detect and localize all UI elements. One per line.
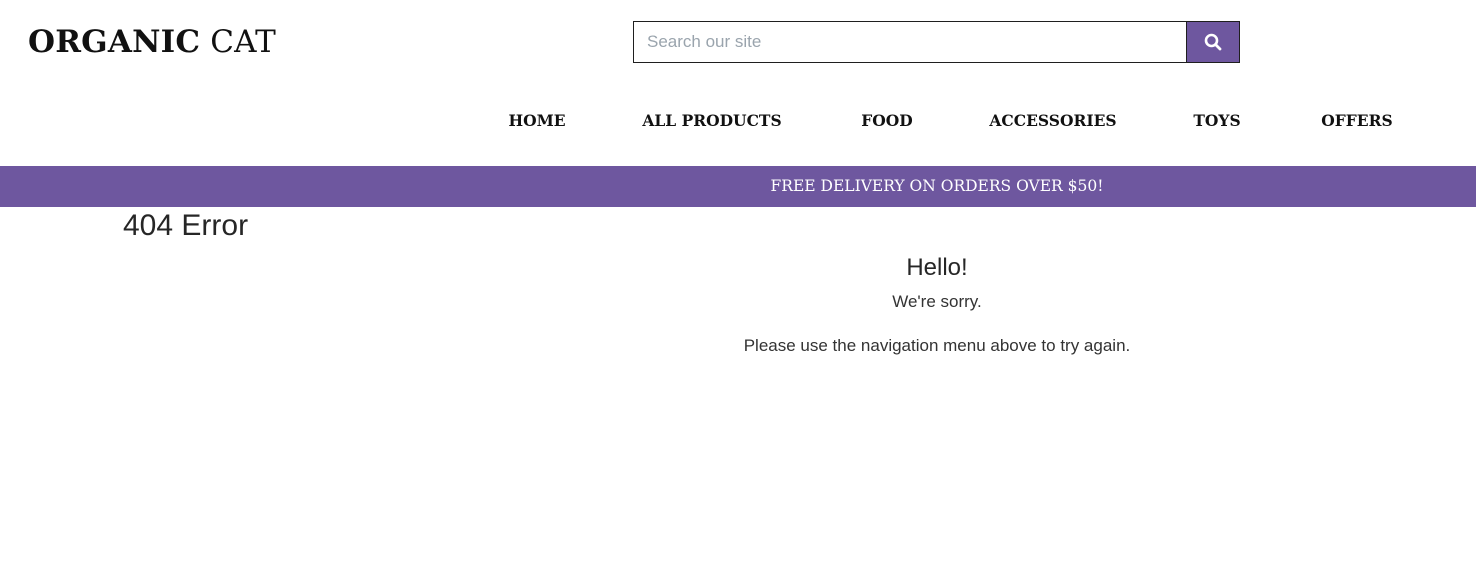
promo-text: FREE DELIVERY ON ORDERS OVER $50! bbox=[770, 177, 1104, 195]
page: ORGANIC CAT HOME ALL PRODUCTS FOOD ACCES… bbox=[0, 0, 1476, 561]
search-input[interactable] bbox=[633, 21, 1186, 63]
message-heading: Hello! bbox=[906, 254, 968, 281]
nav-item-all-products[interactable]: ALL PRODUCTS bbox=[642, 110, 781, 132]
search-icon bbox=[1204, 33, 1222, 51]
nav-item-accessories[interactable]: ACCESSORIES bbox=[989, 110, 1116, 132]
search-button[interactable] bbox=[1186, 21, 1240, 63]
nav-item-home[interactable]: HOME bbox=[508, 110, 565, 132]
promo-banner: FREE DELIVERY ON ORDERS OVER $50! bbox=[0, 166, 1476, 207]
site-logo[interactable]: ORGANIC CAT bbox=[28, 22, 276, 62]
apology-text: We're sorry. bbox=[892, 292, 982, 311]
main-navigation: HOME ALL PRODUCTS FOOD ACCESSORIES TOYS … bbox=[0, 110, 1476, 134]
logo-bold-text: ORGANIC bbox=[28, 24, 201, 60]
logo-light-text: CAT bbox=[210, 24, 276, 60]
page-title: 404 Error bbox=[123, 209, 249, 242]
nav-item-toys[interactable]: TOYS bbox=[1193, 110, 1240, 132]
error-message: Hello! We're sorry. Please use the navig… bbox=[637, 252, 1237, 357]
search-form bbox=[633, 21, 1240, 63]
nav-item-offers[interactable]: OFFERS bbox=[1321, 110, 1392, 132]
nav-item-food[interactable]: FOOD bbox=[861, 110, 912, 132]
instruction-text: Please use the navigation menu above to … bbox=[743, 336, 1131, 355]
